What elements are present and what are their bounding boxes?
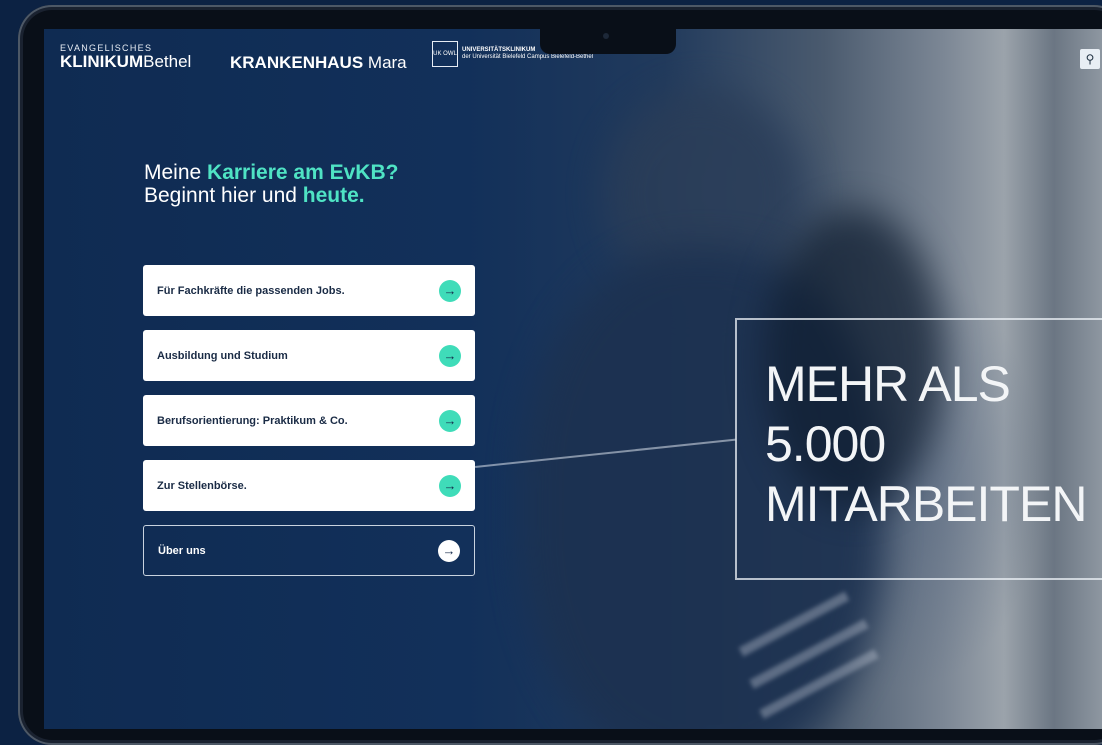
arrow-right-icon: → (439, 474, 461, 497)
stat-text: MEHR ALS 5.000 MITARBEITEN (765, 354, 1087, 534)
camera-icon (603, 33, 609, 39)
button-label: Ausbildung und Studium (157, 349, 288, 362)
stat-line1: MEHR ALS (765, 356, 1011, 412)
button-label: Für Fachkräfte die passenden Jobs. (157, 284, 345, 297)
logo-mara-light: Mara (367, 53, 407, 72)
logo-evkb[interactable]: EVANGELISCHES KLINIKUMBethel (60, 43, 191, 70)
button-label: Über uns (158, 544, 206, 557)
button-label: Zur Stellenbörse. (157, 479, 247, 492)
button-label: Berufsorientierung: Praktikum & Co. (157, 414, 348, 427)
search-icon[interactable]: ⚲ (1080, 49, 1100, 69)
stat-line2: 5.000 (765, 416, 886, 472)
logo-mara-bold: KRANKENHAUS (230, 53, 364, 72)
hero-line1-plain: Meine (144, 161, 208, 184)
hero-headline: Meine Karriere am EvKB? Beginnt hier und… (144, 161, 398, 207)
hero-line2-plain: Beginnt hier und (144, 184, 303, 207)
logo-krankenhaus-mara[interactable]: KRANKENHAUS Mara (230, 53, 407, 73)
hero-line2-highlight: heute. (302, 184, 365, 207)
logo-evkb-light: Bethel (143, 52, 192, 71)
jobs-fachkraefte-button[interactable]: Für Fachkräfte die passenden Jobs. → (143, 265, 475, 316)
website-screen: EVANGELISCHES KLINIKUMBethel KRANKENHAUS… (44, 29, 1102, 729)
arrow-right-icon: → (439, 409, 461, 432)
ausbildung-studium-button[interactable]: Ausbildung und Studium → (143, 330, 475, 381)
berufsorientierung-button[interactable]: Berufsorientierung: Praktikum & Co. → (143, 395, 475, 446)
logo-evkb-bold: KLINIKUM (60, 52, 144, 71)
stellenboerse-button[interactable]: Zur Stellenbörse. → (143, 460, 475, 511)
arrow-right-icon: → (438, 539, 460, 562)
stat-line3: MITARBEITEN (765, 476, 1087, 532)
camera-notch (540, 26, 676, 54)
hero-line1-highlight: Karriere am EvKB? (207, 161, 399, 184)
logo-uk-sub: der Universität Bielefeld Campus Bielefe… (462, 54, 594, 60)
arrow-right-icon: → (439, 344, 461, 367)
logo-uk-mark: UK OWL (432, 41, 458, 67)
arrow-right-icon: → (439, 279, 461, 302)
ueber-uns-button[interactable]: Über uns → (143, 525, 475, 576)
